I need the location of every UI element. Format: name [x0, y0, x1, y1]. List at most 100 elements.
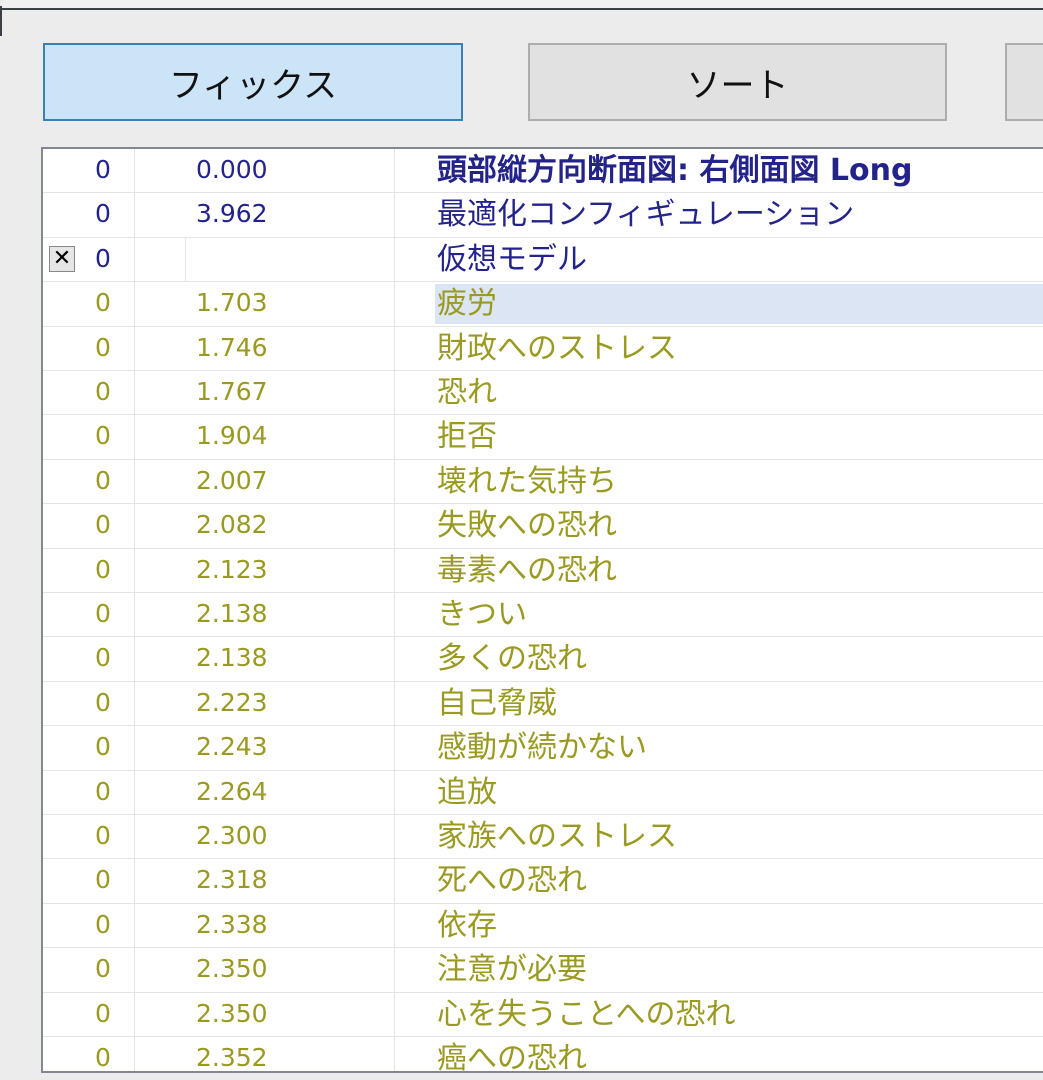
row-label: 頭部縦方向断面図: 右側面図 Long [437, 153, 913, 188]
col-value-cell [135, 237, 395, 282]
row-value: 1.703 [196, 288, 268, 318]
row-label: 財政へのストレス [437, 330, 677, 366]
row-label: 依存 [437, 907, 497, 943]
row-label: 家族へのストレス [437, 819, 677, 854]
list-row[interactable]: 0 2.350 注意が必要 [43, 948, 1043, 993]
list-row[interactable]: 0 2.243 感動が続かない [43, 726, 1043, 771]
row-count: 0 [95, 1043, 111, 1072]
fix-button-label: フィックス [168, 65, 338, 106]
row-label: 疲労 [435, 284, 1043, 325]
row-label: 心を失うことへの恐れ [437, 996, 736, 1032]
row-count: 0 [95, 421, 111, 451]
third-button[interactable] [1005, 43, 1043, 121]
list-row[interactable]: 0 0.000 頭部縦方向断面図: 右側面図 Long [43, 149, 1043, 194]
row-value: 2.243 [196, 732, 268, 762]
row-count: 0 [95, 865, 111, 895]
row-count: 0 [95, 776, 111, 806]
row-count: 0 [95, 155, 111, 184]
list-row[interactable]: ✕ 0 仮想モデル [43, 237, 1043, 283]
row-label: 追放 [437, 774, 497, 810]
col-index-cell [43, 149, 135, 193]
row-value: 2.123 [196, 554, 268, 584]
col-index-cell [43, 637, 135, 681]
list-row[interactable]: 0 3.962 最適化コンフィギュレーション [43, 193, 1043, 238]
cell-divider [185, 237, 186, 282]
row-count: 0 [95, 732, 111, 762]
row-value: 2.338 [196, 909, 268, 939]
row-label: 毒素への恐れ [437, 552, 617, 588]
row-count: 0 [95, 599, 111, 628]
row-label: 自己脅威 [437, 685, 557, 721]
row-label: 仮想モデル [437, 241, 587, 277]
list-row[interactable]: 0 2.300 家族へのストレス [43, 815, 1043, 860]
list-row[interactable]: 0 2.318 死への恐れ [43, 859, 1043, 904]
row-value: 2.300 [196, 821, 268, 850]
row-count: 0 [95, 643, 111, 673]
row-label: 壊れた気持ち [437, 463, 617, 499]
row-value: 2.223 [196, 687, 268, 717]
row-count: 0 [95, 199, 111, 229]
list-row[interactable]: 0 2.223 自己脅威 [43, 681, 1043, 727]
row-label: 最適化コンフィギュレーション [437, 197, 855, 233]
row-count: 0 [95, 510, 111, 540]
col-index-cell [43, 282, 135, 326]
row-count: 0 [95, 687, 111, 717]
col-index-cell [43, 948, 135, 992]
row-label: 死への恐れ [437, 863, 587, 899]
row-value: 2.138 [196, 599, 268, 628]
col-index-cell [43, 992, 135, 1036]
window-frame [0, 0, 1043, 10]
row-label: 注意が必要 [437, 952, 587, 988]
row-count: 0 [95, 998, 111, 1028]
list-row[interactable]: 0 2.338 依存 [43, 903, 1043, 949]
list-row[interactable]: 0 2.138 多くの恐れ [43, 637, 1043, 682]
row-count: 0 [95, 243, 111, 273]
list-row[interactable]: 0 1.767 恐れ [43, 371, 1043, 416]
col-index-cell [43, 548, 135, 592]
col-index-cell [43, 770, 135, 814]
row-value: 1.746 [196, 332, 268, 362]
row-value: 2.264 [196, 776, 268, 806]
col-index-cell [43, 371, 135, 415]
list-row[interactable]: 0 2.123 毒素への恐れ [43, 548, 1043, 593]
col-index-cell [43, 815, 135, 859]
col-index-cell [43, 859, 135, 903]
sort-button-label: ソート [686, 65, 789, 106]
row-value: 0.000 [196, 155, 268, 184]
col-index-cell [43, 326, 135, 370]
row-value: 2.350 [196, 954, 268, 984]
list-row[interactable]: 0 1.703 疲労 [43, 282, 1043, 327]
row-count: 0 [95, 909, 111, 939]
col-index-cell [43, 726, 135, 770]
row-count: 0 [95, 465, 111, 495]
col-index-cell [43, 1037, 135, 1071]
row-value: 1.767 [196, 377, 268, 406]
fix-button[interactable]: フィックス [43, 43, 463, 121]
row-value: 2.352 [196, 1043, 268, 1072]
row-label: 感動が続かない [437, 730, 647, 766]
row-value: 1.904 [196, 421, 268, 451]
col-index-cell [43, 903, 135, 948]
list-row[interactable]: 0 1.904 拒否 [43, 415, 1043, 460]
close-checkbox-icon[interactable]: ✕ [49, 245, 75, 272]
list-row[interactable]: 0 2.264 追放 [43, 770, 1043, 815]
col-index-cell [43, 415, 135, 459]
row-value: 2.007 [196, 465, 268, 495]
row-value: 2.082 [196, 510, 268, 540]
list-row[interactable]: 0 2.350 心を失うことへの恐れ [43, 992, 1043, 1037]
sort-button[interactable]: ソート [528, 43, 947, 121]
col-index-cell [43, 504, 135, 548]
row-value: 2.138 [196, 643, 268, 673]
list-row[interactable]: 0 2.352 癌への恐れ [43, 1037, 1043, 1072]
row-label: 失敗への恐れ [437, 508, 617, 544]
results-list[interactable]: 0 0.000 頭部縦方向断面図: 右側面図 Long 0 3.962 最適化コンフィギュ… [41, 147, 1043, 1073]
row-count: 0 [95, 554, 111, 584]
list-row[interactable]: 0 2.007 壊れた気持ち [43, 459, 1043, 505]
row-label: きつい [437, 597, 527, 632]
list-row[interactable]: 0 2.082 失敗への恐れ [43, 504, 1043, 549]
list-row[interactable]: 0 2.138 きつい [43, 593, 1043, 638]
row-count: 0 [95, 332, 111, 362]
col-index-cell [43, 193, 135, 237]
col-index-cell [43, 681, 135, 726]
list-row[interactable]: 0 1.746 財政へのストレス [43, 326, 1043, 371]
